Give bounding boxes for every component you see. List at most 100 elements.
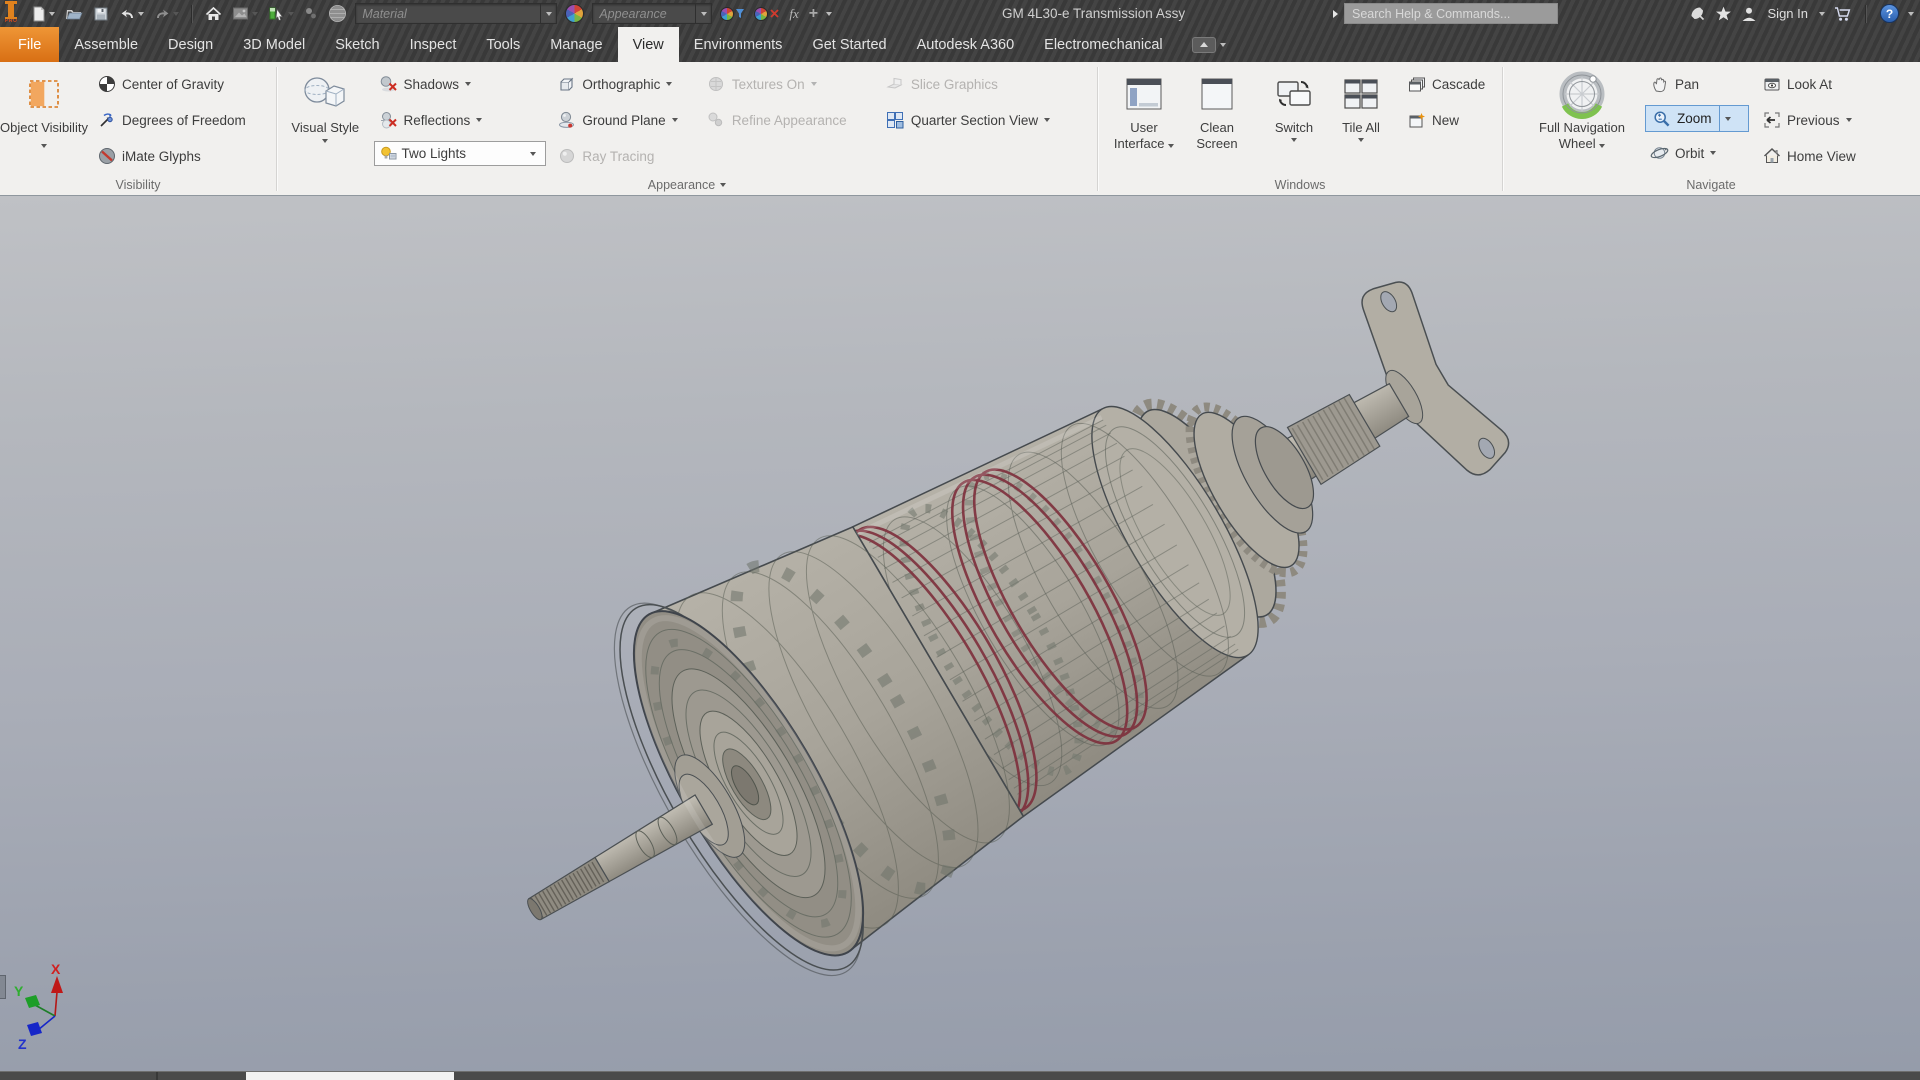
tab-design[interactable]: Design <box>153 27 228 62</box>
help-icon[interactable]: ? <box>1880 4 1899 23</box>
panel-label-appearance[interactable]: Appearance <box>277 178 1097 192</box>
zoom-split-dropdown[interactable] <box>1718 106 1736 131</box>
switch-windows-button[interactable]: Switch <box>1262 67 1326 142</box>
slice-graphics-button[interactable]: Slice Graphics <box>881 69 1097 99</box>
lighting-dropdown-icon <box>529 151 536 156</box>
save-button[interactable] <box>91 5 111 23</box>
sign-in-label[interactable]: Sign In <box>1768 6 1808 21</box>
user-interface-dropdown-icon <box>1168 143 1175 148</box>
material-combobox[interactable]: Material <box>355 3 558 24</box>
clear-appearance-button[interactable] <box>752 6 781 22</box>
adjust-appearance-button[interactable] <box>718 6 746 22</box>
favorites-star-icon[interactable] <box>1715 6 1732 22</box>
material-globe-button[interactable] <box>326 3 349 24</box>
axis-z-arrow <box>27 1022 42 1036</box>
qat-dropdown-icon[interactable] <box>826 11 833 16</box>
shadows-button[interactable]: Shadows <box>374 69 553 99</box>
user-icon[interactable] <box>1741 6 1757 22</box>
constraint-button[interactable] <box>302 5 320 22</box>
selection-filter-icon <box>269 7 284 21</box>
ray-tracing-button[interactable]: Ray Tracing <box>552 141 695 171</box>
reflections-button[interactable]: Reflections <box>374 105 553 135</box>
new-document-button[interactable] <box>29 5 57 23</box>
transmission-assembly-model[interactable] <box>0 196 1920 1071</box>
tab-autodesk-a360[interactable]: Autodesk A360 <box>902 27 1030 62</box>
tab-electromechanical[interactable]: Electromechanical <box>1029 27 1177 62</box>
visual-style-button[interactable]: Visual Style <box>283 67 368 143</box>
top-chrome: PRO Material Appearance fx + GM 4L30-e T… <box>0 0 1920 62</box>
tab-sketch[interactable]: Sketch <box>320 27 394 62</box>
tab-inspect[interactable]: Inspect <box>395 27 472 62</box>
tab-tools[interactable]: Tools <box>471 27 535 62</box>
center-of-gravity-button[interactable]: Center of Gravity <box>92 69 251 99</box>
sign-in-dropdown-icon[interactable] <box>1819 11 1825 16</box>
home-view-button[interactable]: Home View <box>1757 141 1879 171</box>
browser-pane-collapsed-tab[interactable] <box>0 975 6 999</box>
render-gallery-button[interactable] <box>230 5 260 23</box>
degrees-of-freedom-button[interactable]: Degrees of Freedom <box>92 105 251 135</box>
textures-on-button[interactable]: Textures On <box>702 69 871 99</box>
pan-button[interactable]: Pan <box>1645 69 1749 99</box>
object-visibility-button[interactable]: Object Visibility <box>0 67 88 152</box>
home-button[interactable] <box>203 5 224 23</box>
open-button[interactable] <box>63 5 85 23</box>
slice-graphics-icon <box>886 77 903 89</box>
appearance-combobox[interactable]: Appearance <box>592 3 713 24</box>
cart-icon[interactable] <box>1834 6 1852 22</box>
render-dropdown-icon[interactable] <box>252 11 259 16</box>
axis-z-label: Z <box>18 1036 27 1052</box>
orbit-button[interactable]: Orbit <box>1645 138 1749 168</box>
cascade-icon <box>1408 77 1425 91</box>
ribbon-collapse-button[interactable] <box>1191 27 1226 62</box>
previous-view-button[interactable]: Previous <box>1757 105 1879 135</box>
refine-appearance-icon <box>708 112 723 127</box>
redo-button[interactable] <box>152 5 181 22</box>
look-at-button[interactable]: Look At <box>1757 69 1879 99</box>
cascade-button[interactable]: Cascade <box>1402 69 1490 99</box>
lighting-style-combobox[interactable]: Two Lights <box>373 141 546 166</box>
tab-assemble[interactable]: Assemble <box>59 27 153 62</box>
undo-button[interactable] <box>117 5 146 22</box>
tab-file[interactable]: File <box>0 27 60 62</box>
customize-toolbar-button[interactable]: + <box>807 5 820 23</box>
toolbar-separator <box>1865 4 1867 23</box>
tab-view[interactable]: View <box>617 27 679 62</box>
undo-dropdown-icon[interactable] <box>138 11 145 16</box>
ground-plane-button[interactable]: Ground Plane <box>552 105 695 135</box>
parameters-button[interactable]: fx <box>787 5 800 23</box>
fx-icon: fx <box>789 5 799 21</box>
full-navigation-wheel-icon <box>1559 71 1605 119</box>
graphics-viewport[interactable]: X Y Z <box>0 196 1920 1071</box>
full-navigation-wheel-button[interactable]: Full Navigation Wheel <box>1523 67 1641 152</box>
selection-dropdown-icon[interactable] <box>288 11 295 16</box>
communication-center-icon[interactable] <box>1689 5 1706 22</box>
tab-3d-model[interactable]: 3D Model <box>228 27 320 62</box>
open-folder-icon <box>66 9 83 19</box>
orthographic-button[interactable]: Orthographic <box>552 69 695 99</box>
visual-style-dropdown-icon <box>322 138 329 143</box>
redo-dropdown-icon[interactable] <box>173 11 180 16</box>
quarter-section-view-button[interactable]: Quarter Section View <box>881 105 1097 135</box>
toolbar-separator <box>191 4 194 23</box>
tab-manage[interactable]: Manage <box>535 27 617 62</box>
tab-environments[interactable]: Environments <box>679 27 798 62</box>
panel-visibility: Object Visibility Center of Gravity Degr… <box>0 62 276 195</box>
tile-all-dropdown-icon <box>1358 137 1364 142</box>
refine-appearance-button[interactable]: Refine Appearance <box>702 105 871 135</box>
clean-screen-button[interactable]: Clean Screen <box>1186 67 1248 152</box>
new-dropdown-icon[interactable] <box>49 11 56 16</box>
appearance-wheel-button[interactable] <box>563 3 586 24</box>
new-window-button[interactable]: New <box>1402 105 1490 135</box>
search-expand-icon[interactable] <box>1333 9 1338 18</box>
selection-filter-button[interactable] <box>266 4 296 23</box>
tab-get-started[interactable]: Get Started <box>797 27 901 62</box>
search-input[interactable] <box>1344 3 1558 24</box>
imate-glyphs-button[interactable]: iMate Glyphs <box>92 141 251 171</box>
axis-x-label: X <box>51 964 61 977</box>
inventor-logo-icon[interactable]: PRO <box>5 1 18 24</box>
tile-all-button[interactable]: Tile All <box>1332 67 1390 142</box>
help-dropdown-icon[interactable] <box>1908 11 1914 16</box>
user-interface-button[interactable]: User Interface <box>1108 67 1180 152</box>
home-view-icon <box>1763 147 1780 163</box>
zoom-button[interactable]: Zoom <box>1645 105 1749 132</box>
